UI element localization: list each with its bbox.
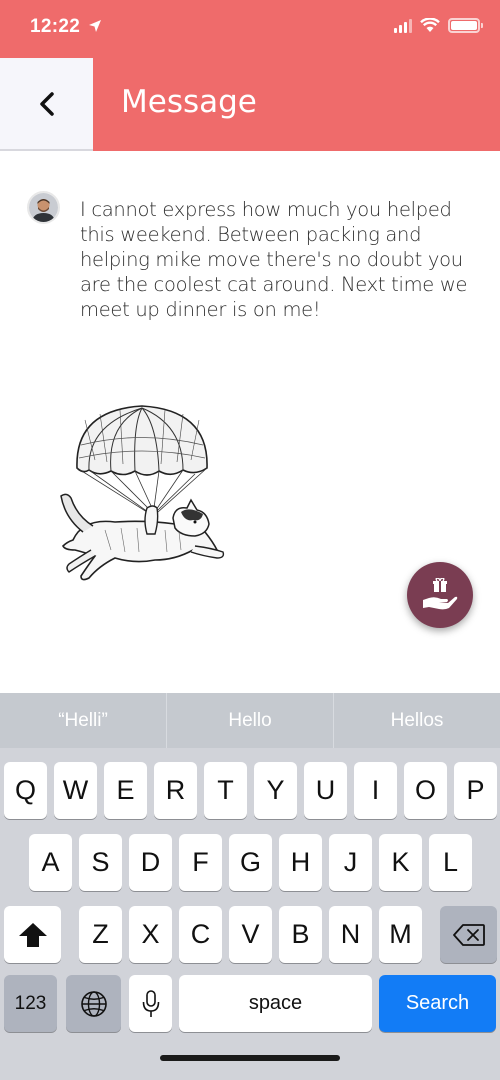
key-r[interactable]: R — [154, 762, 197, 819]
backspace-icon — [452, 923, 485, 946]
key-f[interactable]: F — [179, 834, 222, 891]
page-title: Message — [121, 84, 257, 120]
key-w[interactable]: W — [54, 762, 97, 819]
app-header: Message — [0, 58, 500, 151]
key-a[interactable]: A — [29, 834, 72, 891]
key-j[interactable]: J — [329, 834, 372, 891]
home-indicator — [160, 1055, 340, 1061]
key-h[interactable]: H — [279, 834, 322, 891]
on-screen-keyboard: “Helli” Hello Hellos Q W E R T Y U I O P… — [0, 693, 500, 1080]
globe-key[interactable] — [66, 975, 121, 1032]
key-q[interactable]: Q — [4, 762, 47, 819]
parachute-cat-illustration — [60, 405, 225, 581]
backspace-key[interactable] — [440, 906, 497, 963]
predictive-suggestions: “Helli” Hello Hellos — [0, 693, 500, 748]
send-gift-button[interactable] — [407, 562, 473, 628]
battery-icon — [448, 18, 483, 33]
status-bar: 12:22 — [0, 0, 500, 58]
shift-arrow-icon — [18, 922, 47, 947]
shift-key[interactable] — [4, 906, 61, 963]
location-arrow-icon — [89, 20, 101, 32]
suggestion-item[interactable]: Hello — [167, 693, 334, 748]
key-t[interactable]: T — [204, 762, 247, 819]
microphone-icon — [142, 989, 159, 1017]
status-indicators — [394, 18, 483, 33]
chevron-left-icon — [39, 91, 54, 116]
key-m[interactable]: M — [379, 906, 422, 963]
key-o[interactable]: O — [404, 762, 447, 819]
search-key[interactable]: Search — [379, 975, 496, 1032]
suggestion-item[interactable]: “Helli” — [0, 693, 167, 748]
globe-icon — [80, 990, 107, 1017]
key-k[interactable]: K — [379, 834, 422, 891]
key-c[interactable]: C — [179, 906, 222, 963]
status-time: 12:22 — [30, 16, 81, 37]
key-e[interactable]: E — [104, 762, 147, 819]
gift-in-hand-icon — [423, 578, 458, 610]
key-l[interactable]: L — [429, 834, 472, 891]
key-x[interactable]: X — [129, 906, 172, 963]
key-y[interactable]: Y — [254, 762, 297, 819]
sender-avatar — [27, 191, 60, 224]
key-v[interactable]: V — [229, 906, 272, 963]
dictation-key[interactable] — [129, 975, 172, 1032]
key-n[interactable]: N — [329, 906, 372, 963]
key-i[interactable]: I — [354, 762, 397, 819]
message-text: I cannot express how much you helped thi… — [80, 198, 468, 321]
numbers-key[interactable]: 123 — [4, 975, 57, 1032]
key-s[interactable]: S — [79, 834, 122, 891]
key-z[interactable]: Z — [79, 906, 122, 963]
key-u[interactable]: U — [304, 762, 347, 819]
key-d[interactable]: D — [129, 834, 172, 891]
key-b[interactable]: B — [279, 906, 322, 963]
key-p[interactable]: P — [454, 762, 497, 819]
key-g[interactable]: G — [229, 834, 272, 891]
cellular-signal-icon — [394, 18, 412, 33]
back-button[interactable] — [0, 58, 93, 151]
space-key[interactable]: space — [179, 975, 372, 1032]
suggestion-item[interactable]: Hellos — [334, 693, 500, 748]
wifi-icon — [420, 18, 440, 32]
